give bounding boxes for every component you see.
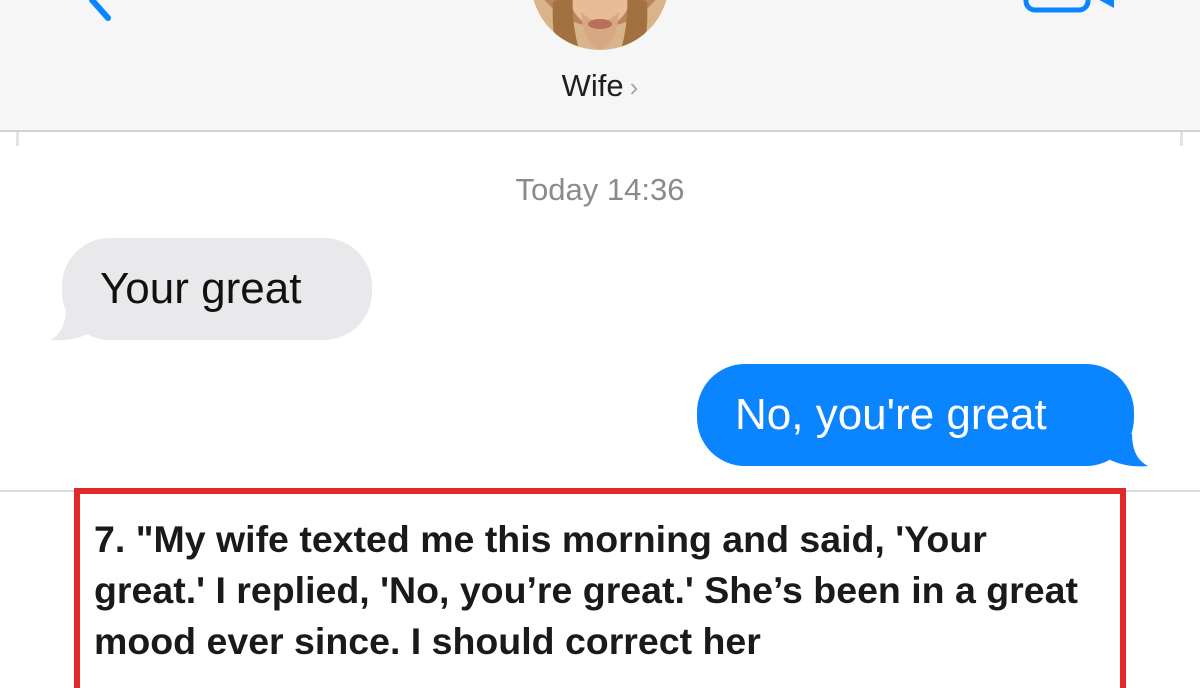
message-timestamp: Today 14:36 <box>515 172 685 207</box>
video-camera-icon[interactable] <box>1022 0 1118 14</box>
message-thread: Today 14:36 Your great No, you're great <box>0 132 1200 490</box>
incoming-message-text: Your great <box>100 264 302 313</box>
outgoing-message-text: No, you're great <box>735 390 1047 439</box>
chevron-right-icon: › <box>629 72 639 102</box>
conversation-header: Wife › <box>0 0 1200 132</box>
chevron-left-icon[interactable] <box>78 0 122 22</box>
contact-name: Wife <box>561 68 624 103</box>
outgoing-message-bubble[interactable]: No, you're great <box>697 364 1134 466</box>
caption-box: 7. "My wife texted me this morning and s… <box>74 488 1126 688</box>
contact-name-row[interactable]: Wife › <box>0 66 1200 107</box>
caption-text: 7. "My wife texted me this morning and s… <box>94 518 1078 662</box>
avatar-photo <box>531 0 669 50</box>
incoming-message-bubble[interactable]: Your great <box>62 238 372 340</box>
frame-edge <box>1180 132 1183 146</box>
frame-edge <box>16 132 19 146</box>
avatar[interactable] <box>531 0 669 50</box>
